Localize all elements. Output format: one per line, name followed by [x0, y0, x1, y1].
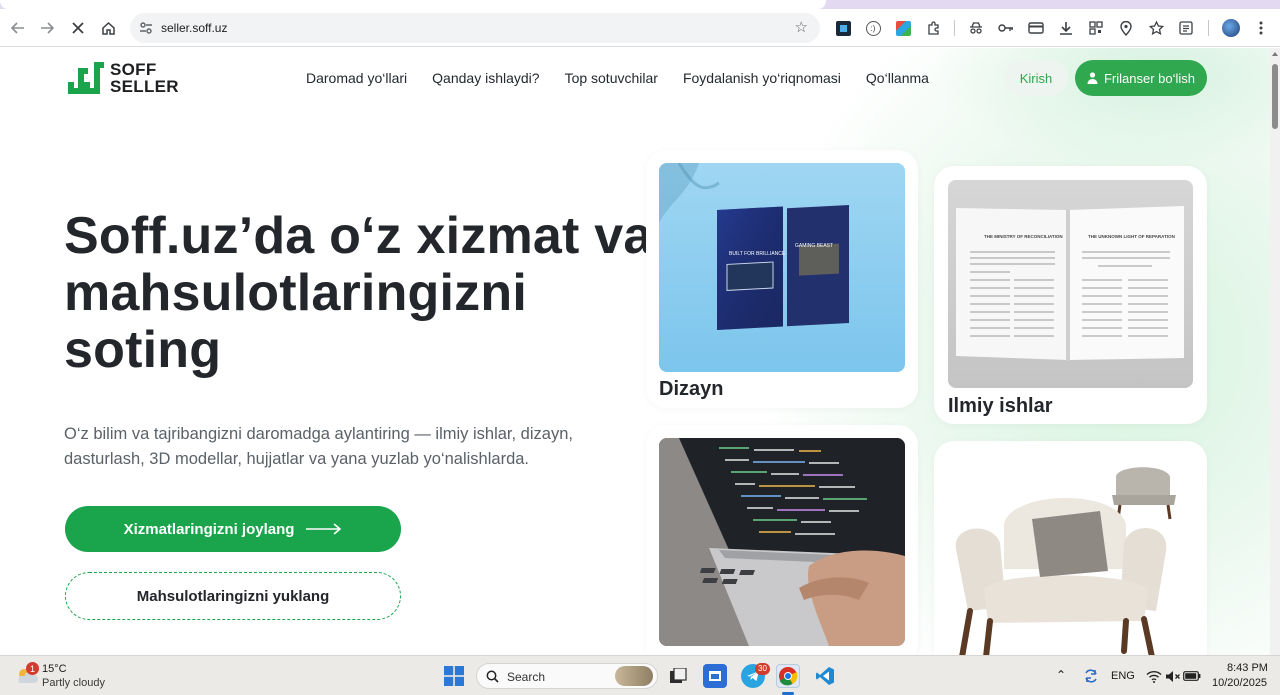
location-icon[interactable]	[1117, 19, 1135, 37]
incognito-icon[interactable]	[967, 19, 985, 37]
menu-dots-icon[interactable]	[1252, 19, 1270, 37]
browser-toolbar: seller.soff.uz ☆ :)	[0, 9, 1280, 47]
bookmark-star-icon[interactable]: ☆	[795, 18, 808, 36]
scroll-up-icon[interactable]	[1272, 52, 1278, 56]
logo-text: SOFF SELLER	[110, 61, 179, 95]
back-icon[interactable]	[5, 15, 31, 41]
language-indicator[interactable]: ENG	[1111, 670, 1135, 682]
active-tab[interactable]	[0, 0, 826, 9]
taskbar-search-label: Search	[507, 670, 546, 684]
upload-products-button[interactable]: Mahsulotlaringizni yuklang	[65, 572, 401, 620]
paper-heading-right: THE UNKNOWN LIGHT OF REPARATION	[1088, 234, 1175, 239]
login-button[interactable]: Kirish	[1004, 60, 1068, 96]
post-services-button[interactable]: Xizmatlaringizni joylang	[65, 506, 401, 552]
user-icon	[1087, 72, 1098, 84]
battery-icon[interactable]	[1180, 664, 1204, 688]
design-caption: Dizayn	[659, 378, 724, 400]
toolbar-divider	[954, 20, 955, 36]
forward-icon[interactable]	[34, 15, 60, 41]
armchair-image	[948, 451, 1193, 655]
clock-date[interactable]: 10/20/2025	[1212, 677, 1267, 689]
post-services-label: Xizmatlaringizni joylang	[123, 520, 295, 538]
store-icon[interactable]	[703, 664, 727, 688]
brochure-2-text: GAMING BEAST	[795, 243, 833, 249]
become-freelancer-label: Frilanser bo‘lish	[1103, 70, 1196, 86]
telegram-badge: 30	[755, 663, 770, 675]
weather-badge: 1	[26, 662, 39, 675]
design-image: BUILT FOR BRILLIANCE GAMING BEAST	[659, 163, 905, 372]
chrome-icon[interactable]	[776, 664, 800, 688]
toolbar-divider-2	[1208, 20, 1209, 36]
windows-taskbar: 1 15°C Partly cloudy Search 30 ⌃ ENG 8:4…	[0, 655, 1280, 695]
tray-overflow-icon[interactable]: ⌃	[1056, 668, 1066, 682]
vscode-icon[interactable]	[813, 664, 837, 688]
nav-how-it-works[interactable]: Qanday ishlaydi?	[432, 70, 539, 86]
nav-usage-guide[interactable]: Foydalanish yo‘riqnomasi	[683, 70, 841, 86]
weather-widget[interactable]: 1 15°C Partly cloudy	[14, 662, 134, 692]
profile-avatar[interactable]	[1222, 19, 1240, 37]
home-icon[interactable]	[95, 15, 121, 41]
weather-temp: 15°C	[42, 663, 67, 675]
site-info-icon[interactable]	[138, 20, 154, 36]
sync-icon[interactable]	[1079, 664, 1103, 688]
category-card-science[interactable]: THE MINISTRY OF RECONCILIATION THE UNKNO…	[934, 166, 1207, 424]
password-key-icon[interactable]	[997, 19, 1015, 37]
stop-icon[interactable]	[65, 15, 91, 41]
search-icon	[486, 670, 499, 683]
logo-mark-icon	[64, 60, 106, 96]
hero-subtitle: O‘z bilim va tajribangizni daromadga ayl…	[64, 425, 573, 468]
extension-icon[interactable]	[924, 19, 942, 37]
site-logo[interactable]: SOFF SELLER	[64, 60, 179, 96]
reading-list-icon[interactable]	[1177, 19, 1195, 37]
card-icon[interactable]	[1027, 19, 1045, 37]
extension-dark-icon[interactable]	[834, 19, 852, 37]
become-freelancer-button[interactable]: Frilanser bo‘lish	[1075, 60, 1207, 96]
page-scrollbar[interactable]	[1270, 48, 1280, 655]
tab-strip	[0, 0, 1280, 9]
search-highlight-icon	[615, 666, 653, 686]
logo-line-2: SELLER	[110, 77, 179, 96]
task-view-icon[interactable]	[666, 664, 690, 688]
scrollbar-thumb[interactable]	[1272, 64, 1278, 129]
url-text[interactable]: seller.soff.uz	[161, 21, 227, 35]
category-card-coding[interactable]	[646, 425, 918, 655]
hero-title: Soff.uz’da o‘z xizmat va mahsulotlaringi…	[64, 207, 653, 379]
brochure-1-text: BUILT FOR BRILLIANCE	[729, 251, 786, 257]
nav-top-sellers[interactable]: Top sotuvchilar	[565, 70, 658, 86]
coding-image	[659, 438, 905, 646]
science-caption: Ilmiy ishlar	[948, 395, 1053, 417]
bookmarks-icon[interactable]	[1147, 19, 1165, 37]
main-nav: Daromad yo‘llari Qanday ishlaydi? Top so…	[306, 70, 954, 86]
nav-income-ways[interactable]: Daromad yo‘llari	[306, 70, 407, 86]
logo-line-1: SOFF	[110, 60, 157, 79]
web-page: SOFF SELLER Daromad yo‘llari Qanday ishl…	[0, 48, 1270, 655]
science-image: THE MINISTRY OF RECONCILIATION THE UNKNO…	[948, 180, 1193, 388]
paper-heading-left: THE MINISTRY OF RECONCILIATION	[984, 234, 1063, 239]
start-windows-icon[interactable]	[442, 664, 466, 688]
weather-condition: Partly cloudy	[42, 677, 105, 689]
clock-time[interactable]: 8:43 PM	[1227, 662, 1268, 674]
qr-icon[interactable]	[1087, 19, 1105, 37]
address-bar[interactable]: seller.soff.uz ☆	[130, 13, 820, 43]
nav-manual[interactable]: Qo‘llanma	[866, 70, 929, 86]
category-card-design[interactable]: BUILT FOR BRILLIANCE GAMING BEAST Dizayn	[646, 150, 918, 408]
category-card-3d-models[interactable]	[934, 441, 1207, 655]
extension-circle-icon[interactable]: :)	[864, 19, 882, 37]
taskbar-search[interactable]: Search	[476, 663, 658, 689]
arrow-right-icon	[306, 523, 342, 535]
extension-colorful-icon[interactable]	[894, 19, 912, 37]
download-icon[interactable]	[1057, 19, 1075, 37]
